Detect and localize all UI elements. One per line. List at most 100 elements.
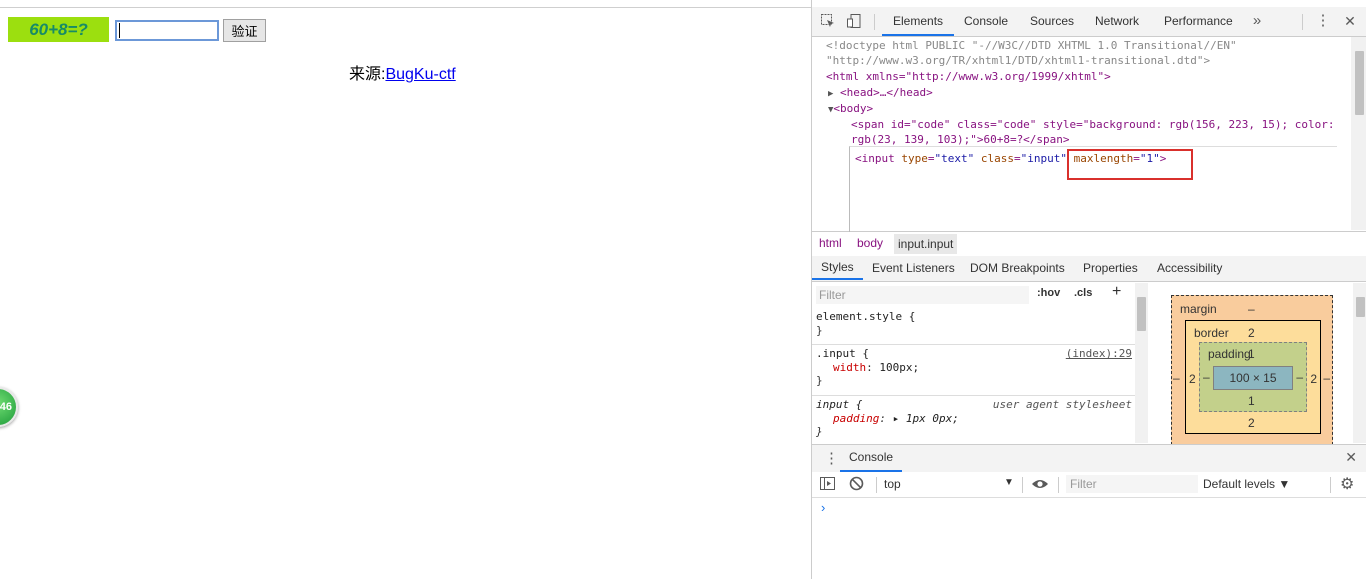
context-dropdown-icon[interactable]: ▼ xyxy=(1004,477,1014,488)
rule-input-class: .input { (index):29 width: 100px; } xyxy=(816,347,1134,387)
doctype-line-2[interactable]: "http://www.w3.org/TR/xhtml1/DTD/xhtml1-… xyxy=(826,53,1210,68)
prop-value: 100px; xyxy=(879,361,920,374)
rule-close: } xyxy=(816,425,823,438)
rule-divider xyxy=(812,344,1137,345)
rule-input-ua: input { user agent stylesheet padding: ▸… xyxy=(816,398,1134,438)
elements-scrollbar[interactable] xyxy=(1351,37,1366,230)
close-drawer-icon[interactable]: ✕ xyxy=(1345,449,1357,466)
crumb-body[interactable]: body xyxy=(857,236,883,250)
toolbar-divider xyxy=(1058,477,1059,493)
toolbar-divider xyxy=(876,477,877,493)
tab-sources[interactable]: Sources xyxy=(1030,7,1074,36)
styles-filter-input[interactable]: Filter xyxy=(816,286,1029,304)
input-val-type: "text" xyxy=(934,152,975,165)
rule-source-link[interactable]: (index):29 xyxy=(1066,347,1132,360)
page-top-border xyxy=(0,7,811,8)
styles-scroll-thumb[interactable] xyxy=(1137,297,1146,331)
rule-declaration[interactable]: width: 100px; xyxy=(816,361,1134,374)
padding-label: padding xyxy=(1208,347,1251,361)
tab-dom-breakpoints[interactable]: DOM Breakpoints xyxy=(970,256,1065,280)
margin-left-value[interactable]: – xyxy=(1173,371,1180,385)
tab-performance[interactable]: Performance xyxy=(1164,7,1233,36)
rule-close: } xyxy=(816,374,823,387)
margin-label: margin xyxy=(1180,302,1217,316)
boxmodel-scrollbar[interactable] xyxy=(1353,283,1366,443)
rule-divider xyxy=(812,395,1137,396)
new-rule-icon[interactable]: + xyxy=(1112,283,1121,301)
floating-badge[interactable]: 46 xyxy=(0,387,18,427)
breadcrumb: html body input.input xyxy=(812,231,1366,257)
tab-styles[interactable]: Styles xyxy=(812,256,863,280)
margin-right-value[interactable]: – xyxy=(1323,371,1330,385)
log-levels-select[interactable]: Default levels ▼ xyxy=(1203,477,1290,491)
input-attr-class: class xyxy=(980,152,1014,165)
html-node[interactable]: <html xmlns="http://www.w3.org/1999/xhtm… xyxy=(826,69,1111,84)
expand-triangle-icon[interactable]: ▶ xyxy=(828,89,833,99)
margin-top-value[interactable]: – xyxy=(1248,302,1255,316)
rule-element-style: element.style { } xyxy=(816,310,1134,337)
inspect-element-icon[interactable] xyxy=(820,13,836,29)
tab-elements[interactable]: Elements xyxy=(882,7,955,36)
tab-accessibility[interactable]: Accessibility xyxy=(1157,256,1222,280)
doctype-line-1[interactable]: <!doctype html PUBLIC "-//W3C//DTD XHTML… xyxy=(826,38,1237,53)
toolbar-divider xyxy=(1330,477,1331,493)
live-expression-eye-icon[interactable] xyxy=(1031,477,1049,494)
ua-stylesheet-label: user agent stylesheet xyxy=(992,398,1132,411)
more-tabs-icon[interactable]: » xyxy=(1249,13,1265,29)
answer-input[interactable] xyxy=(115,20,219,41)
crumb-html[interactable]: html xyxy=(819,236,842,250)
drawer-tab-console[interactable]: Console xyxy=(840,445,903,472)
hov-toggle[interactable]: :hov xyxy=(1037,287,1060,299)
styles-scrollbar[interactable] xyxy=(1135,283,1148,443)
input-val-class: "input" xyxy=(1020,152,1067,165)
span-node-line-1[interactable]: <span id="code" class="code" style="back… xyxy=(851,117,1334,132)
boxmodel-scroll-thumb[interactable] xyxy=(1356,297,1365,317)
body-node-label: <body> xyxy=(833,102,874,115)
body-node[interactable]: ▼<body> xyxy=(828,101,873,118)
cls-toggle[interactable]: .cls xyxy=(1074,287,1092,299)
source-link[interactable]: BugKu-ctf xyxy=(385,66,455,83)
input-tag-open: <input xyxy=(855,152,902,165)
tab-console[interactable]: Console xyxy=(964,7,1008,36)
prop-value: ▸ 1px 0px; xyxy=(892,412,959,425)
head-node-label: <head>…</head> xyxy=(840,86,933,99)
border-left-value[interactable]: 2 xyxy=(1189,372,1196,386)
close-devtools-icon[interactable]: ✕ xyxy=(1342,13,1358,29)
console-filter-input[interactable]: Filter xyxy=(1066,475,1198,493)
border-bottom-value[interactable]: 2 xyxy=(1248,416,1255,430)
tab-event-listeners[interactable]: Event Listeners xyxy=(872,256,955,280)
rule-declaration[interactable]: padding: ▸ 1px 0px; xyxy=(816,412,1134,425)
elements-scroll-thumb[interactable] xyxy=(1355,51,1364,115)
padding-left-value[interactable]: – xyxy=(1203,370,1210,384)
source-label: 来源: xyxy=(349,66,386,83)
span-node-line-2[interactable]: rgb(23, 139, 103);">60+8=?</span> xyxy=(851,132,1070,147)
padding-bottom-value[interactable]: 1 xyxy=(1248,394,1255,408)
toolbar-divider xyxy=(1022,477,1023,493)
padding-right-value[interactable]: – xyxy=(1296,370,1303,384)
tab-properties[interactable]: Properties xyxy=(1083,256,1138,280)
box-model-content[interactable]: 100 × 15 xyxy=(1213,366,1293,390)
devtools-menu-icon[interactable]: ⋮ xyxy=(1315,13,1331,29)
crumb-input[interactable]: input.input xyxy=(894,234,958,254)
toolbar-divider xyxy=(1302,14,1303,30)
context-select[interactable]: top xyxy=(884,477,901,491)
console-settings-gear-icon[interactable]: ⚙ xyxy=(1340,474,1354,494)
device-toolbar-icon[interactable] xyxy=(846,13,862,29)
border-top-value[interactable]: 2 xyxy=(1248,326,1255,340)
styles-filter-row: Filter :hov .cls + xyxy=(812,283,1142,307)
rule-close: } xyxy=(816,324,823,337)
devtools-panel: Elements Console Sources Network Perform… xyxy=(811,0,1366,579)
console-prompt[interactable]: › xyxy=(821,500,825,515)
drawer-menu-icon[interactable]: ⋮ xyxy=(824,449,839,467)
clear-console-icon[interactable] xyxy=(849,476,864,494)
tab-network[interactable]: Network xyxy=(1095,7,1139,36)
verify-button[interactable]: 验证 xyxy=(223,19,266,42)
maxlength-highlight-box xyxy=(1067,149,1193,180)
prop-name: width xyxy=(833,361,867,374)
rule-selector[interactable]: element.style { xyxy=(816,310,1134,323)
head-node[interactable]: ▶ <head>…</head> xyxy=(828,85,933,102)
console-sidebar-icon[interactable] xyxy=(820,476,835,494)
padding-top-value[interactable]: 1 xyxy=(1248,347,1255,361)
styles-tabbar: Styles Event Listeners DOM Breakpoints P… xyxy=(812,256,1366,282)
border-right-value[interactable]: 2 xyxy=(1310,372,1317,386)
